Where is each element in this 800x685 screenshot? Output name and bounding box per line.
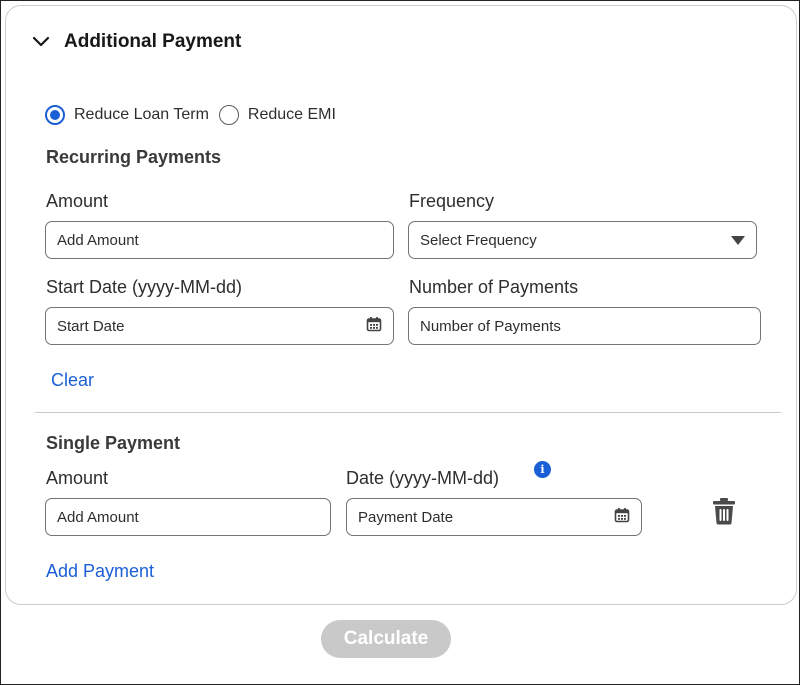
frequency-selected-value: Select Frequency bbox=[420, 231, 537, 249]
calendar-icon[interactable] bbox=[366, 316, 382, 336]
single-amount-input[interactable]: Add Amount bbox=[45, 498, 331, 536]
payment-date-input[interactable]: Payment Date bbox=[346, 498, 642, 536]
single-amount-label: Amount bbox=[46, 468, 109, 488]
loan-option-radio-group: Reduce Loan Term Reduce EMI bbox=[45, 105, 346, 125]
number-of-payments-input[interactable]: Number of Payments bbox=[408, 307, 761, 345]
clear-button[interactable]: Clear bbox=[51, 370, 94, 391]
radio-reduce-emi[interactable]: Reduce EMI bbox=[218, 105, 336, 125]
single-payment-heading: Single Payment bbox=[46, 433, 181, 453]
recurring-amount-input[interactable]: Add Amount bbox=[45, 221, 394, 259]
start-date-placeholder: Start Date bbox=[57, 317, 125, 335]
calculate-button[interactable]: Calculate bbox=[321, 620, 451, 658]
recurring-amount-placeholder: Add Amount bbox=[57, 231, 139, 249]
single-amount-placeholder: Add Amount bbox=[57, 508, 139, 526]
add-payment-button[interactable]: Add Payment bbox=[46, 561, 154, 582]
trash-icon bbox=[712, 497, 736, 530]
radio-label-reduce-loan-term: Reduce Loan Term bbox=[74, 106, 209, 123]
number-of-payments-placeholder: Number of Payments bbox=[420, 317, 561, 335]
info-icon[interactable]: i bbox=[534, 461, 551, 478]
section-title: Additional Payment bbox=[64, 31, 242, 52]
frequency-label: Frequency bbox=[409, 191, 495, 211]
payment-date-label: Date (yyyy-MM-dd) bbox=[346, 468, 500, 488]
frequency-select[interactable]: Select Frequency bbox=[408, 221, 757, 259]
start-date-input[interactable]: Start Date bbox=[45, 307, 394, 345]
calendar-icon[interactable] bbox=[614, 507, 630, 527]
radio-button-checked[interactable] bbox=[45, 105, 65, 125]
recurring-payments-heading: Recurring Payments bbox=[46, 147, 222, 167]
number-of-payments-label: Number of Payments bbox=[409, 277, 579, 297]
section-toggle[interactable]: Additional Payment bbox=[30, 28, 241, 56]
section-divider bbox=[35, 412, 781, 413]
start-date-label: Start Date (yyyy-MM-dd) bbox=[46, 277, 243, 297]
payment-date-placeholder: Payment Date bbox=[358, 508, 454, 526]
chevron-down-icon bbox=[30, 31, 52, 53]
radio-label-reduce-emi: Reduce EMI bbox=[247, 106, 336, 123]
radio-button-unchecked[interactable] bbox=[218, 105, 239, 125]
delete-payment-button[interactable] bbox=[711, 497, 737, 530]
dropdown-arrow-icon bbox=[731, 232, 745, 249]
radio-reduce-loan-term[interactable]: Reduce Loan Term bbox=[45, 105, 209, 125]
recurring-amount-label: Amount bbox=[46, 191, 109, 211]
